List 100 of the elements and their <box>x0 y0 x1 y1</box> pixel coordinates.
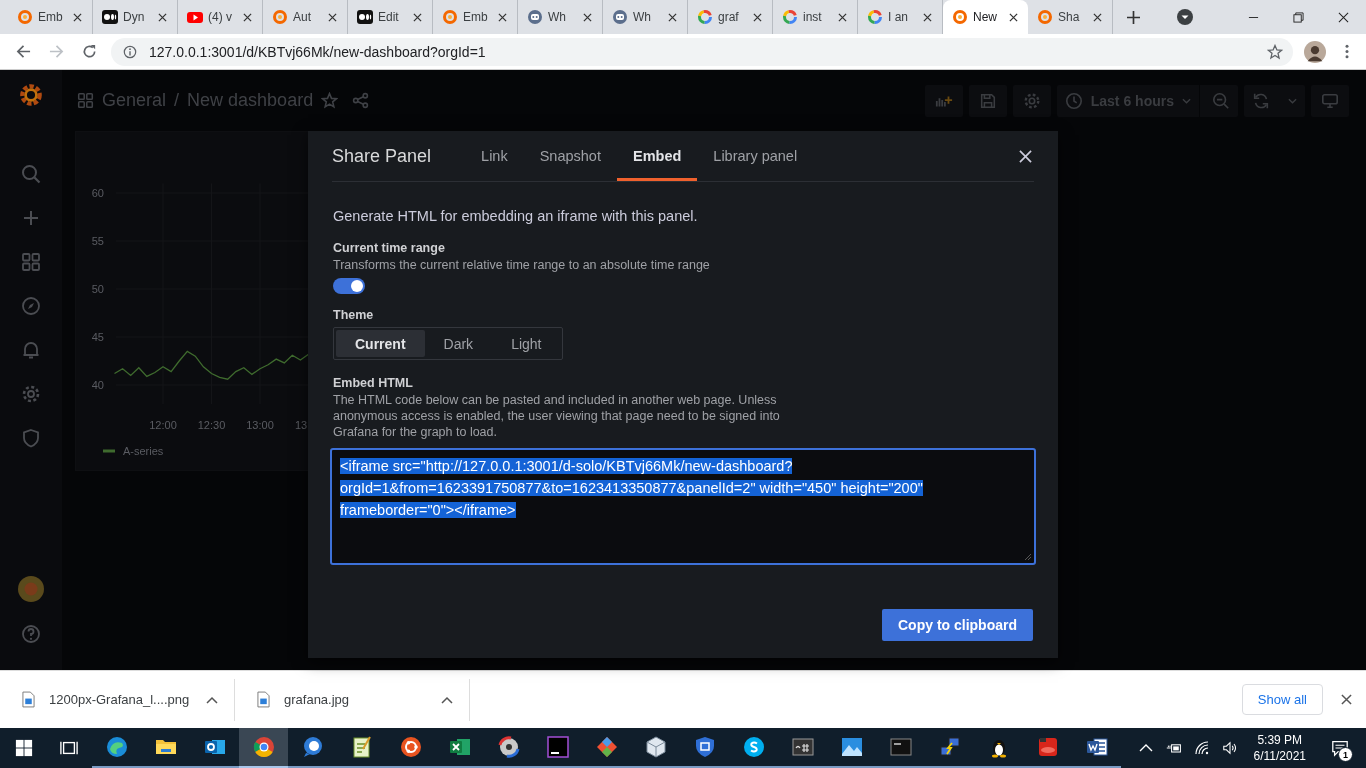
close-tab-icon[interactable] <box>328 12 337 22</box>
theme-option[interactable]: Dark <box>424 330 493 357</box>
wifi-icon[interactable] <box>1193 740 1210 756</box>
restore-icon[interactable] <box>1293 11 1304 23</box>
sun-favicon-icon <box>442 9 458 25</box>
field-label: Embed HTML <box>333 376 413 390</box>
cube-icon <box>643 735 668 759</box>
profile-avatar-icon[interactable] <box>1304 40 1326 63</box>
theme-option[interactable]: Light <box>492 330 561 357</box>
y-axis-label: 50 <box>91 283 104 295</box>
address-field[interactable]: 127.0.0.1:3001/d/KBTvj66Mk/new-dashboard?orgId=1 <box>111 37 1293 66</box>
date-text: 6/11/2021 <box>1253 748 1306 764</box>
dashboards-grid-icon <box>77 92 94 109</box>
browser-tab[interactable]: New <box>943 0 1028 34</box>
clock[interactable]: 5:39 PM 6/11/2021 <box>1253 732 1306 764</box>
settings-icon <box>1022 91 1041 110</box>
x-axis-label: 13 <box>294 419 308 431</box>
terminal-icon <box>790 735 815 759</box>
close-window-icon[interactable] <box>1338 11 1349 23</box>
y-axis-label: 45 <box>91 331 104 343</box>
download-item[interactable]: grafana.jpg <box>235 678 470 721</box>
field-description: The HTML code below can be pasted and included in another web page. Unless anonymous access is enabled, the user viewing that page need to be signed into Grafana for the graph to load. <box>333 392 781 440</box>
code-editor-icon <box>545 735 570 759</box>
chat-bubble-icon <box>741 735 766 759</box>
x-axis-label: 12:30 <box>197 419 226 431</box>
close-tab-icon[interactable] <box>413 12 422 22</box>
close-tab-icon[interactable] <box>498 12 507 22</box>
field-label: Current time range <box>333 241 445 255</box>
notification-count: 1 <box>1338 747 1353 762</box>
intro-text: Generate HTML for embedding an iframe with this panel. <box>333 208 698 224</box>
sun-favicon-icon <box>272 9 288 25</box>
field-label: Theme <box>333 308 374 322</box>
photo-icon <box>839 735 864 759</box>
speech-bubble-icon <box>1331 739 1349 757</box>
toggle-switch[interactable] <box>333 278 365 294</box>
url-text: 127.0.0.1:3001/d/KBTvj66Mk/new-dashboard?orgId=1 <box>149 43 487 60</box>
command-prompt-icon <box>888 735 913 759</box>
network-icon <box>937 735 962 759</box>
dialog-tab[interactable]: Snapshot <box>523 131 617 181</box>
copy-button[interactable]: Copy to clipboard <box>882 609 1033 641</box>
monitor-icon <box>1321 91 1339 110</box>
close-tab-icon[interactable] <box>243 12 252 22</box>
tab-search-icon[interactable] <box>1177 9 1193 25</box>
close-tab-icon[interactable] <box>668 12 677 22</box>
download-item[interactable]: 1200px-Grafana_l....png <box>0 678 235 721</box>
y-axis-label: 55 <box>91 235 104 247</box>
image-file-icon <box>257 691 270 708</box>
theme-option[interactable]: Current <box>336 330 425 357</box>
bookmark-star-icon[interactable] <box>1267 43 1283 60</box>
show-all-button[interactable]: Show all <box>1241 684 1323 715</box>
play-favicon-icon <box>187 9 203 25</box>
breadcrumb-separator: / <box>174 90 180 111</box>
close-tab-icon[interactable] <box>583 12 592 22</box>
embed-code-field[interactable]: <iframe src="http://127.0.0.1:3001/d-solo/KBTvj66Mk/new-dashboard?orgId=1&from=1623391750877&to=1623413350877&panelId=2" width="450" height="200" frameborder="0"></iframe> <box>330 448 1036 565</box>
close-tab-icon[interactable] <box>1009 12 1018 22</box>
info-icon[interactable] <box>123 44 137 59</box>
field-description: Transforms the current relative time range to an absolute time range <box>333 257 710 273</box>
close-tab-icon[interactable] <box>753 12 762 22</box>
back-icon[interactable] <box>16 44 31 59</box>
close-tab-icon[interactable] <box>838 12 847 22</box>
x-axis-label: 13:00 <box>246 419 274 431</box>
new-tab-icon[interactable] <box>1127 11 1140 24</box>
browser-icon <box>251 735 276 759</box>
wave-icon <box>104 735 129 759</box>
reload-icon[interactable] <box>82 44 97 59</box>
dots-favicon-icon <box>102 9 118 25</box>
sun-favicon-icon <box>1037 9 1053 25</box>
ring-favicon-icon <box>697 9 713 25</box>
x-axis-label: 12:00 <box>149 419 177 431</box>
browser-menu-icon[interactable] <box>1345 44 1349 59</box>
image-file-icon <box>22 691 35 708</box>
document-icon <box>1084 735 1109 759</box>
dots-favicon-icon <box>357 9 373 25</box>
ring-favicon-icon <box>867 9 883 25</box>
close-tab-icon[interactable] <box>923 12 932 22</box>
close-tab-icon[interactable] <box>158 12 167 22</box>
dialog-tab[interactable]: Library panel <box>697 131 814 181</box>
y-axis-label: 60 <box>91 187 104 199</box>
resize-grip-icon[interactable] <box>1024 553 1032 561</box>
chevron-up-icon[interactable] <box>206 695 218 704</box>
y-axis-label: 40 <box>91 379 104 391</box>
dialog-tab[interactable]: Link <box>465 131 524 181</box>
close-tab-icon[interactable] <box>73 12 82 22</box>
close-tab-icon[interactable] <box>1093 12 1102 22</box>
star-icon[interactable] <box>321 92 339 109</box>
chevron-up-icon[interactable] <box>441 695 453 704</box>
clock-icon <box>1064 91 1083 110</box>
close-icon[interactable] <box>1341 694 1352 705</box>
save-icon <box>978 91 997 110</box>
dialog-title: Share Panel <box>332 145 432 167</box>
time-text: 5:39 PM <box>1257 732 1303 748</box>
notifications-button[interactable]: 1 <box>1322 728 1358 768</box>
bot-favicon-icon <box>612 9 628 25</box>
sun-logo-icon[interactable] <box>18 82 44 108</box>
chevron-down-icon <box>1182 97 1191 104</box>
ring-favicon-icon <box>782 9 798 25</box>
windows-start-icon[interactable] <box>15 739 33 757</box>
task-view-icon[interactable] <box>60 739 78 757</box>
volume-icon[interactable] <box>1221 740 1238 756</box>
dialog-tab[interactable]: Embed <box>616 131 698 181</box>
